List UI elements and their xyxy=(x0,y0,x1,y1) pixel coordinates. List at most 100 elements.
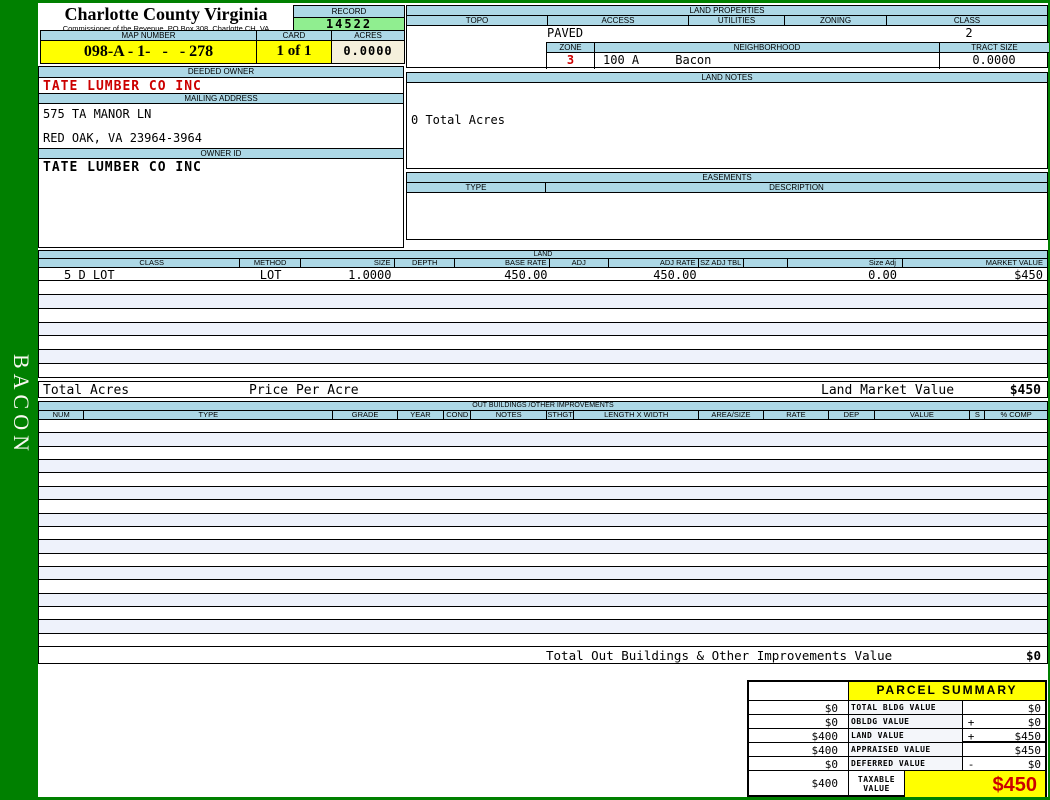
tract-size-value: 0.0000 xyxy=(972,53,1016,67)
ob-col-rate: RATE xyxy=(763,411,830,420)
acres-label: ACRES xyxy=(332,30,405,41)
map-number-value: 098-A - 1- - - 278 xyxy=(40,41,257,64)
appraised-op xyxy=(963,741,979,757)
land-market-value-label: Land Market Value xyxy=(821,383,955,398)
ob-col-notes: NOTES xyxy=(471,411,547,420)
card-label: CARD xyxy=(257,30,332,41)
land-col-sz-adj-tbl: SZ ADJ TBL xyxy=(698,259,744,268)
utilities-column-label: UTILITIES xyxy=(689,16,785,26)
land-notes-text: 0 Total Acres xyxy=(411,113,505,127)
ob-col-pct-comp: % COMP xyxy=(985,411,1047,420)
ob-col-value: VALUE xyxy=(874,411,971,420)
owner-id-value: TATE LUMBER CO INC xyxy=(43,160,202,175)
summary-row-obldg: $0 OBLDG VALUE + $0 xyxy=(749,715,1045,729)
empty-row xyxy=(39,309,1047,323)
appraised-value: $450 xyxy=(979,741,1045,757)
ob-col-s: S xyxy=(970,411,986,420)
out-buildings-empty-rows xyxy=(39,420,1047,646)
empty-row xyxy=(39,294,1047,309)
land-row-adj-rate: 450.00 xyxy=(653,268,697,280)
easement-type-column-label: TYPE xyxy=(407,183,546,193)
land-table-title: LAND xyxy=(39,251,1047,259)
neighborhood-value: 100 A Bacon xyxy=(595,53,940,69)
empty-row xyxy=(39,364,1047,377)
land-row-size-adj: 0.00 xyxy=(868,268,897,280)
deferred-value-label: DEFERRED VALUE xyxy=(849,757,963,770)
land-value-label: LAND VALUE xyxy=(849,729,963,742)
topo-column-label: TOPO xyxy=(407,16,548,26)
land-notes-panel: LAND NOTES 0 Total Acres xyxy=(406,72,1048,169)
land-row-adj xyxy=(550,268,609,280)
appraised-value-label: APPRAISED VALUE xyxy=(849,743,963,756)
obldg-value: $0 xyxy=(1027,716,1041,729)
summary-row-deferred: $0 DEFERRED VALUE - $0 xyxy=(749,757,1045,771)
prior-taxable-value: $400 xyxy=(749,771,849,797)
zoning-column-label: ZONING xyxy=(785,16,887,26)
empty-row xyxy=(39,593,1047,608)
ob-col-area-size: AREA/SIZE xyxy=(699,411,764,420)
total-acres-label: Total Acres xyxy=(43,383,130,398)
taxable-value-label: TAXABLE VALUE xyxy=(849,771,905,797)
mailing-address-line1: 575 TA MANOR LN xyxy=(43,107,152,121)
ob-col-num: NUM xyxy=(39,411,85,420)
empty-row xyxy=(39,460,1047,474)
land-row-depth xyxy=(395,268,454,280)
prior-land-value: $400 xyxy=(749,729,849,743)
easements-panel: EASEMENTS TYPE DESCRIPTION xyxy=(406,172,1048,240)
ob-col-dep: DEP xyxy=(829,411,875,420)
empty-row xyxy=(39,420,1047,434)
summary-row-taxable: $400 TAXABLE VALUE $450 xyxy=(749,771,1045,797)
total-bldg-op xyxy=(963,701,979,714)
zone-value: 3 xyxy=(547,53,595,69)
acres-value: 0.0000 xyxy=(332,41,405,64)
empty-row xyxy=(39,540,1047,554)
ob-col-sthgt: STHGT xyxy=(546,411,575,420)
land-empty-rows xyxy=(39,281,1047,377)
empty-row xyxy=(39,554,1047,567)
land-col-method: METHOD xyxy=(240,259,301,268)
land-row-spacer xyxy=(744,268,788,280)
zone-label: ZONE xyxy=(547,43,595,53)
ob-col-grade: GRADE xyxy=(333,411,398,420)
empty-row xyxy=(39,473,1047,487)
owner-panel: DEEDED OWNER TATE LUMBER CO INC MAILING … xyxy=(38,66,404,248)
access-value: PAVED xyxy=(547,26,584,40)
land-properties-panel: LAND PROPERTIES TOPO ACCESS UTILITIES ZO… xyxy=(406,5,1049,69)
prior-appraised-value: $400 xyxy=(749,743,849,757)
deeded-owner-label: DEEDED OWNER xyxy=(39,67,403,78)
parcel-summary: PARCEL SUMMARY $0 TOTAL BLDG VALUE $0 $0… xyxy=(747,680,1047,797)
land-market-value: $450 xyxy=(1009,383,1041,398)
sidebar-neighborhood-label: BACON xyxy=(9,353,34,456)
zone-table: ZONE NEIGHBORHOOD TRACT SIZE 3 100 A Bac… xyxy=(546,42,1049,69)
obldg-op: + xyxy=(967,716,975,729)
neighborhood-sidebar: BACON xyxy=(0,0,38,800)
empty-row xyxy=(39,350,1047,365)
property-record-card: BACON Charlotte County Virginia Commissi… xyxy=(0,0,1050,800)
owner-id-label: OWNER ID xyxy=(39,148,403,159)
empty-row xyxy=(39,281,1047,295)
land-row-method: LOT xyxy=(259,268,282,280)
prior-total-bldg-value: $0 xyxy=(749,701,849,715)
out-buildings-table: OUT BUILDINGS /OTHER IMPROVEMENTS NUM TY… xyxy=(38,401,1048,664)
total-bldg-value: $0 xyxy=(1027,702,1041,715)
land-col-size: SIZE xyxy=(300,259,396,268)
deeded-owner-value: TATE LUMBER CO INC xyxy=(43,79,202,94)
out-buildings-total-label: Total Out Buildings & Other Improvements… xyxy=(546,648,893,663)
land-col-spacer xyxy=(743,259,789,268)
total-bldg-value-label: TOTAL BLDG VALUE xyxy=(849,701,963,714)
out-buildings-total-row: Total Out Buildings & Other Improvements… xyxy=(39,646,1047,663)
empty-row xyxy=(39,566,1047,581)
empty-row xyxy=(39,634,1047,646)
easement-description-column-label: DESCRIPTION xyxy=(546,183,1047,193)
access-column-label: ACCESS xyxy=(548,16,689,26)
land-table: LAND CLASS METHOD SIZE DEPTH BASE RATE A… xyxy=(38,250,1048,378)
empty-row xyxy=(39,336,1047,351)
land-row-size: 1.0000 xyxy=(348,268,392,280)
summary-corner-cell xyxy=(749,682,849,700)
deferred-value: $0 xyxy=(1027,758,1041,771)
ob-col-length-width: LENGTH X WIDTH xyxy=(574,411,700,420)
land-totals-row: Total Acres Price Per Acre Land Market V… xyxy=(38,381,1048,398)
ob-col-cond: COND xyxy=(444,411,472,420)
empty-row xyxy=(39,486,1047,501)
price-per-acre-label: Price Per Acre xyxy=(249,383,359,398)
